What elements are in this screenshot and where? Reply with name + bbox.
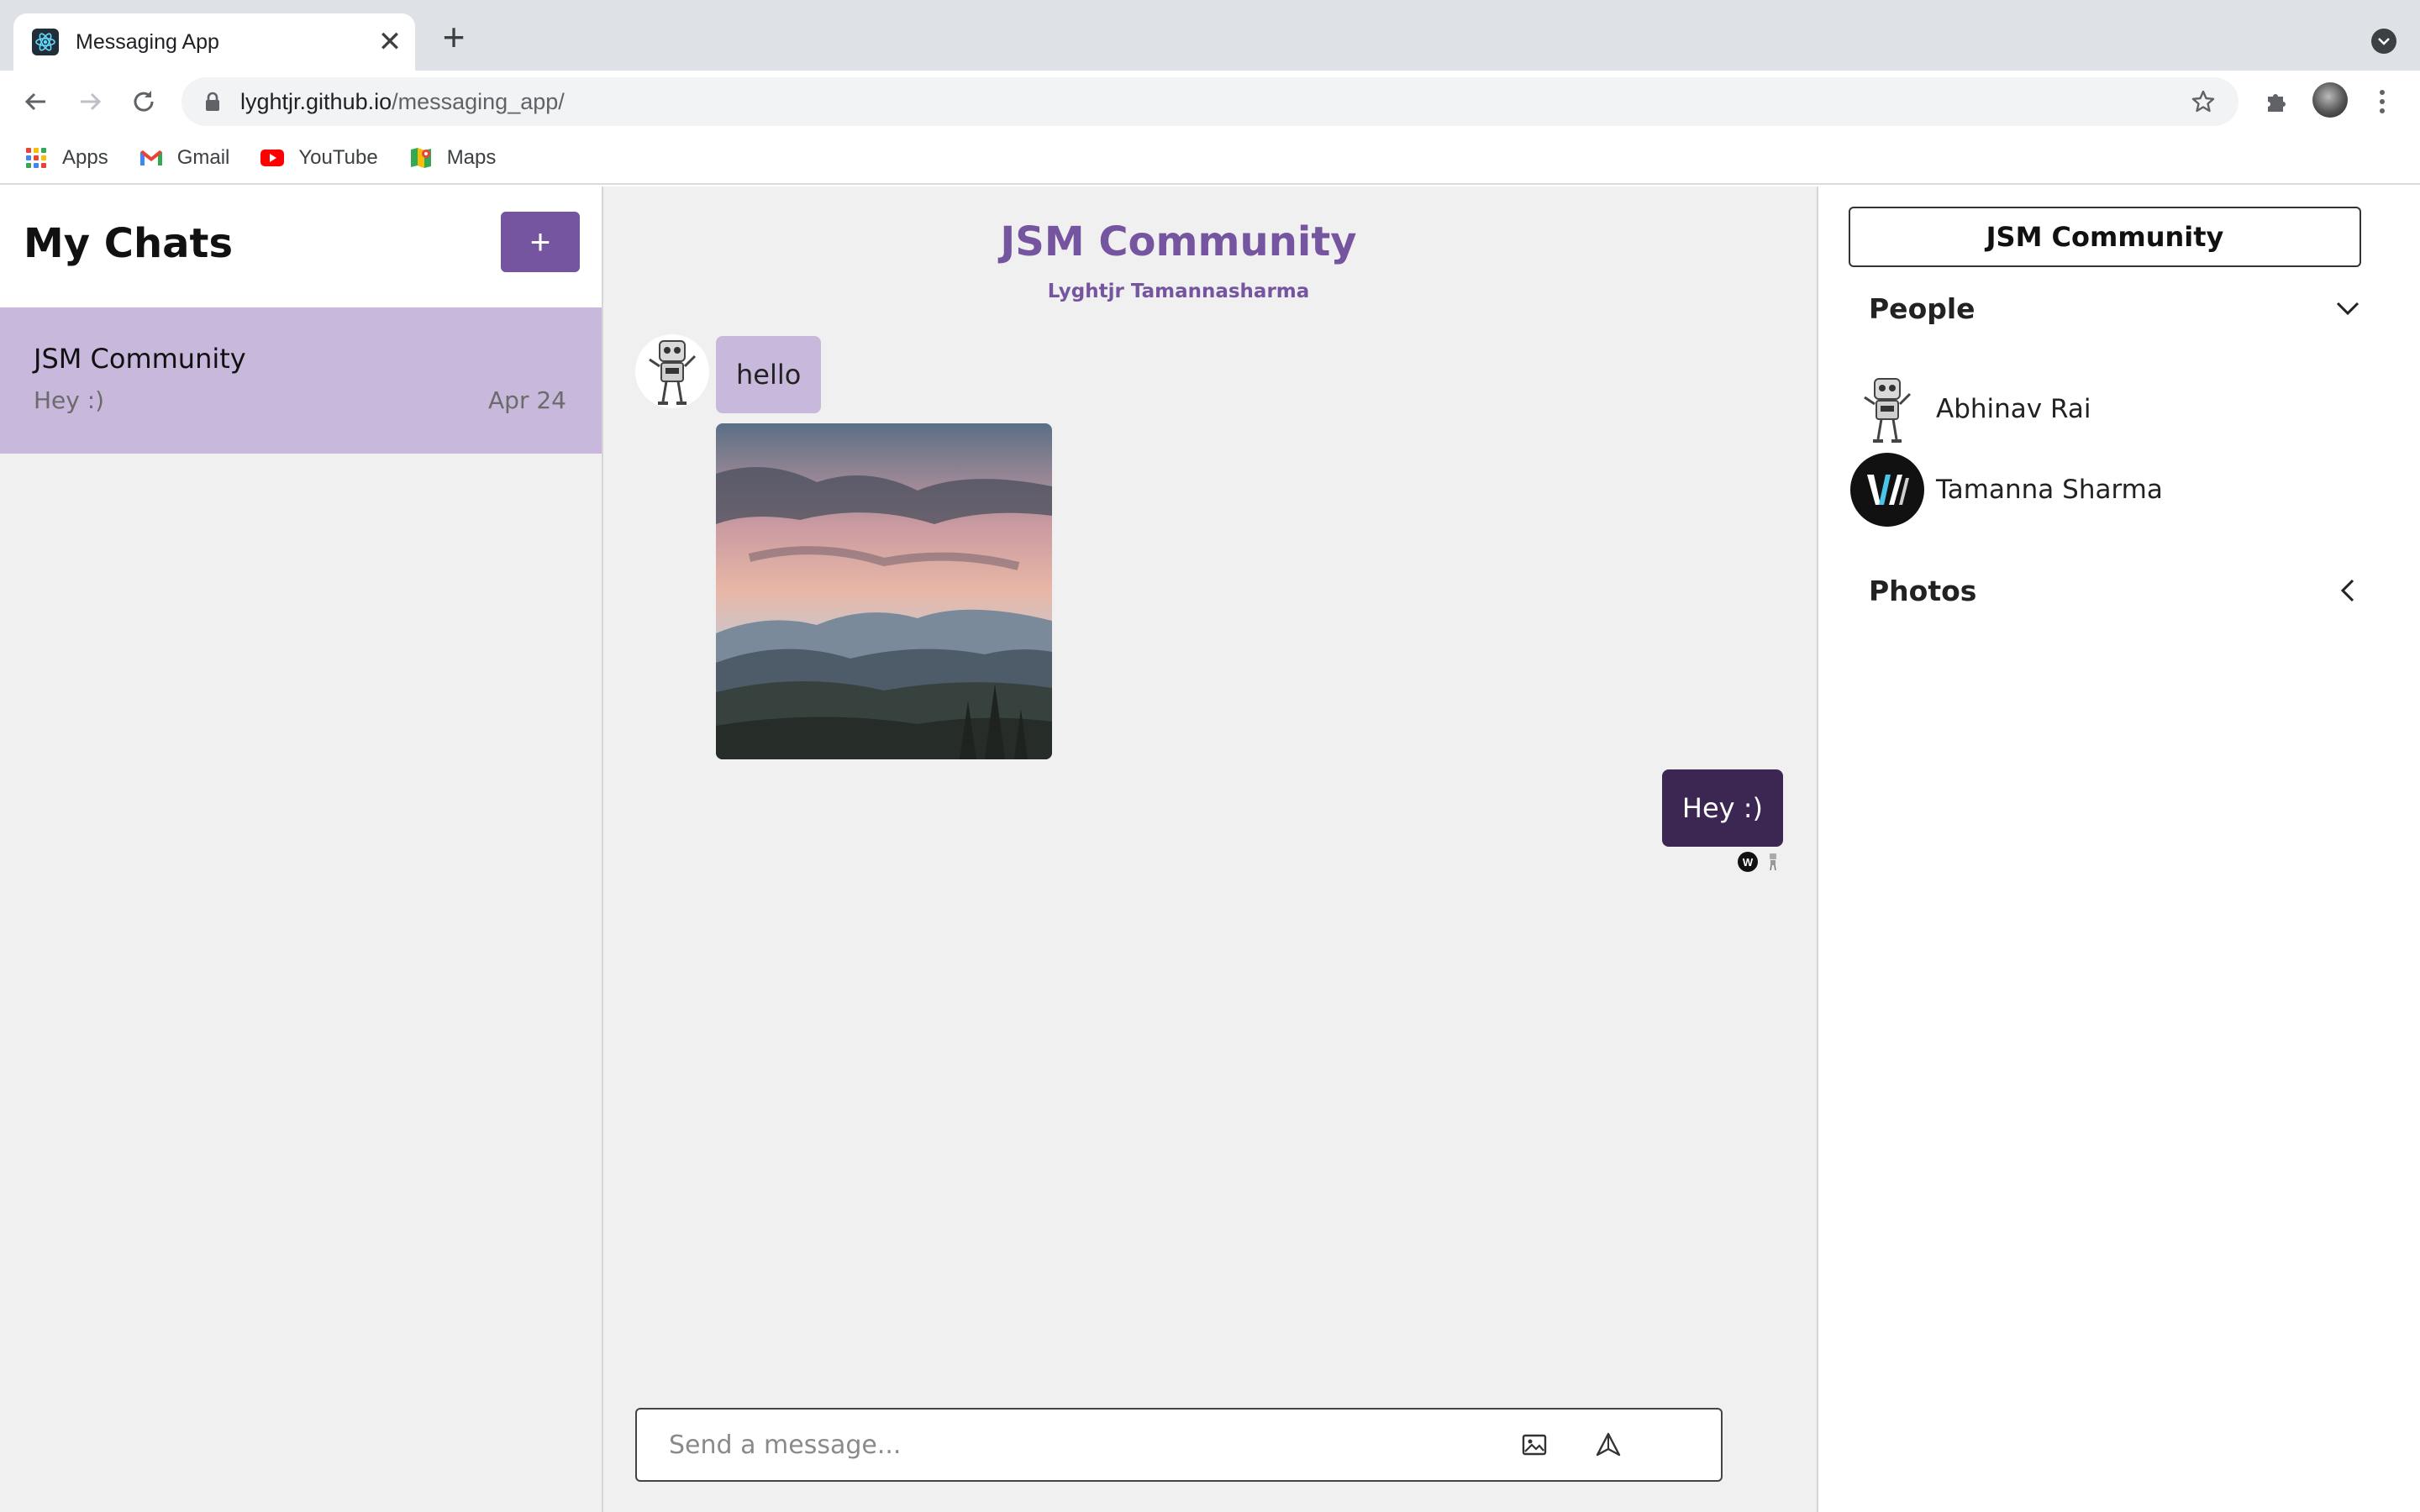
robot-avatar: [1850, 372, 1924, 446]
bookmark-maps[interactable]: Maps: [408, 146, 497, 170]
bookmark-label: YouTube: [298, 146, 378, 169]
profile-avatar[interactable]: [2312, 82, 2348, 118]
photos-label: Photos: [1869, 574, 1977, 607]
chat-card-date: Apr 24: [488, 386, 566, 414]
close-tab-icon[interactable]: ✕: [375, 27, 405, 57]
reload-icon[interactable]: [124, 82, 163, 121]
send-icon[interactable]: [1591, 1426, 1625, 1463]
browser-tab-strip: Messaging App ✕ +: [0, 0, 2420, 71]
chevron-down-icon[interactable]: [2331, 291, 2365, 325]
bookmark-label: Maps: [446, 146, 497, 169]
tab-search-icon[interactable]: [2371, 29, 2396, 54]
react-favicon-icon: [32, 29, 59, 55]
mountain-sunset-photo[interactable]: [716, 423, 1052, 759]
chat-list-panel: My Chats + JSM Community Hey :) Apr 24: [0, 186, 603, 1512]
chat-card-last-message: Hey :): [34, 386, 105, 414]
url-path: /messaging_app/: [392, 88, 565, 114]
bookmark-apps[interactable]: Apps: [24, 146, 108, 170]
bookmark-youtube[interactable]: YouTube: [260, 146, 378, 170]
people-section-header[interactable]: People: [1869, 287, 2365, 329]
apps-grid-icon: [24, 147, 49, 169]
chat-title-field[interactable]: JSM Community: [1849, 207, 2361, 267]
new-tab-button[interactable]: +: [435, 18, 472, 56]
url-host: lyghtjr.github.io: [240, 88, 392, 114]
chat-list-title: My Chats: [24, 220, 234, 267]
people-label: People: [1869, 291, 1975, 325]
back-arrow-icon[interactable]: [17, 82, 55, 121]
tab-title: Messaging App: [76, 29, 219, 54]
person-row[interactable]: Tamanna Sharma: [1850, 452, 2163, 528]
chat-card-title: JSM Community: [34, 343, 246, 375]
bookmarks-bar: Apps Gmail YouTube Maps: [0, 133, 2420, 185]
incoming-message-bubble: hello: [716, 336, 822, 413]
person-name: Abhinav Rai: [1936, 394, 2091, 424]
browser-menu-icon[interactable]: [2368, 82, 2396, 121]
online-indicator: [1854, 456, 1862, 465]
read-receipt-w-avatar: W: [1738, 852, 1758, 872]
photos-section-header[interactable]: Photos: [1869, 570, 2365, 612]
read-receipt-robot-avatar: [1763, 852, 1783, 872]
url-text: lyghtjr.github.io/messaging_app/: [240, 89, 2186, 115]
gmail-icon: [139, 147, 164, 169]
youtube-icon: [260, 147, 285, 169]
address-bar[interactable]: lyghtjr.github.io/messaging_app/: [182, 77, 2238, 126]
chat-feed: JSM Community Lyghtjr Tamannasharma hell…: [605, 186, 1815, 1512]
image-upload-icon[interactable]: [1518, 1428, 1551, 1462]
bookmark-label: Gmail: [176, 146, 230, 169]
person-name: Tamanna Sharma: [1936, 475, 2163, 505]
sender-robot-avatar: [635, 334, 709, 408]
new-chat-button[interactable]: +: [501, 212, 580, 272]
chat-card[interactable]: JSM Community Hey :) Apr 24: [0, 307, 602, 454]
bookmark-gmail[interactable]: Gmail: [139, 146, 230, 170]
w-logo-avatar: [1850, 453, 1924, 527]
read-receipts: W: [1738, 852, 1783, 872]
message-composer: [635, 1408, 1723, 1482]
chat-feed-title: JSM Community: [1000, 218, 1357, 265]
lock-icon[interactable]: [203, 90, 222, 113]
bookmark-label: Apps: [62, 146, 108, 169]
online-indicator: [1854, 375, 1862, 384]
maps-icon: [408, 147, 434, 169]
message-input[interactable]: [669, 1410, 1476, 1480]
extensions-puzzle-icon[interactable]: [2257, 82, 2296, 121]
browser-toolbar: lyghtjr.github.io/messaging_app/: [0, 71, 2420, 133]
forward-arrow-icon[interactable]: [71, 82, 109, 121]
chevron-left-icon[interactable]: [2331, 574, 2365, 607]
outgoing-message-bubble: Hey :): [1661, 769, 1783, 847]
messaging-app: My Chats + JSM Community Hey :) Apr 24 J…: [0, 186, 2420, 1512]
chat-list-header: My Chats +: [0, 186, 602, 307]
person-row[interactable]: Abhinav Rai: [1850, 371, 2091, 447]
browser-tab[interactable]: Messaging App ✕: [13, 13, 415, 71]
chat-settings-panel: JSM Community People Abhinav Rai Tamanna…: [1817, 186, 2420, 1512]
chat-feed-subtitle: Lyghtjr Tamannasharma: [1047, 281, 1310, 302]
bookmark-star-icon[interactable]: [2186, 85, 2220, 118]
